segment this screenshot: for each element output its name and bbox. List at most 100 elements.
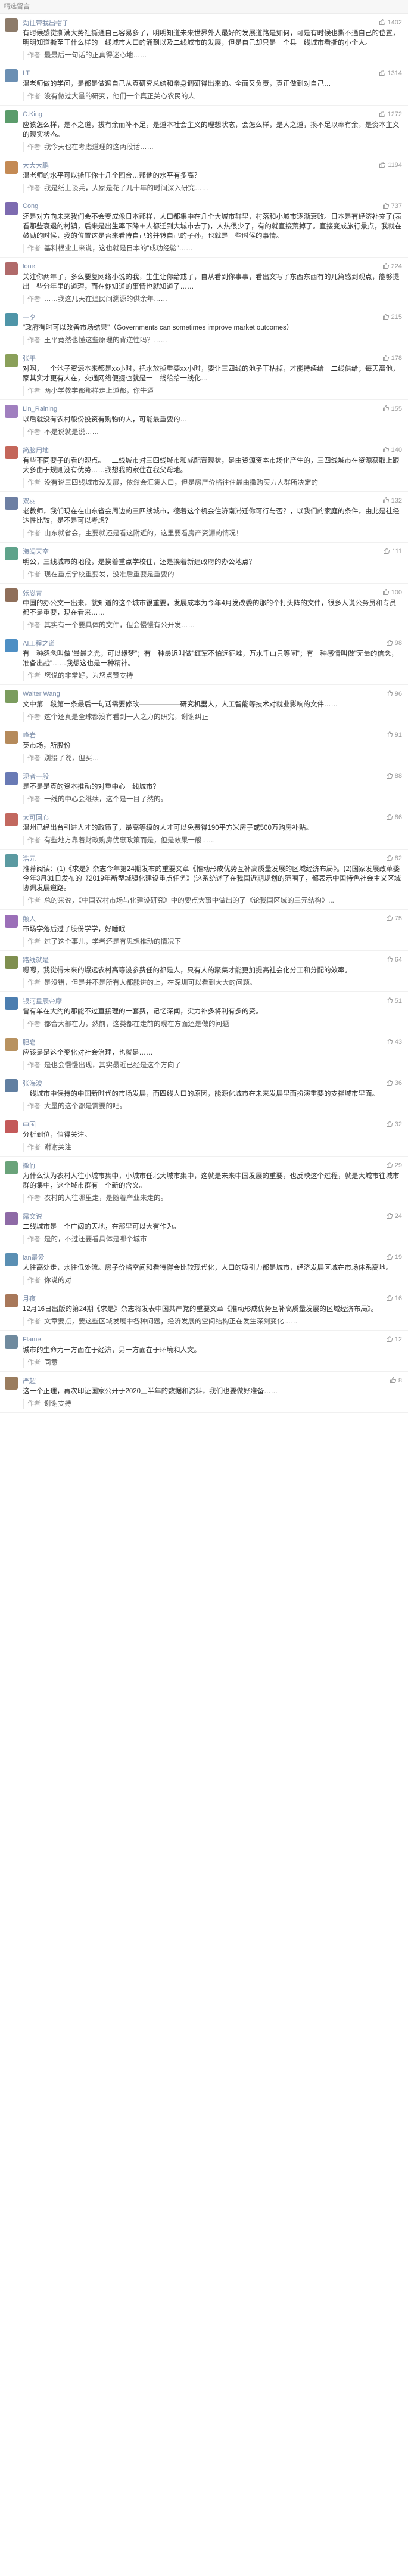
like-button[interactable]: 82: [386, 854, 402, 863]
like-button[interactable]: 75: [386, 915, 402, 923]
avatar[interactable]: [5, 1335, 18, 1349]
commenter-name[interactable]: 现者一般: [23, 771, 386, 781]
avatar[interactable]: [5, 1079, 18, 1092]
commenter-name[interactable]: 张平: [23, 354, 382, 363]
comment-text: 老教师，我们现在在山东省会周边的三四线城市，德着这个机会住济南滞迁你可行与否？，…: [23, 508, 400, 525]
like-button[interactable]: 737: [382, 202, 402, 211]
avatar[interactable]: [5, 1294, 18, 1307]
avatar[interactable]: [5, 161, 18, 174]
commenter-name[interactable]: 一夕: [23, 312, 382, 322]
commenter-name[interactable]: 银河星辰帝摩: [23, 996, 386, 1006]
author-reply: 作者 都合大部在力，然前，这类都在走前的现在方面还是做的问题: [23, 1019, 402, 1029]
author-label: 作者: [27, 1062, 41, 1069]
avatar[interactable]: [5, 354, 18, 367]
commenter-name[interactable]: 简脑用地: [23, 445, 382, 455]
like-button[interactable]: 1402: [379, 18, 402, 27]
avatar[interactable]: [5, 1212, 18, 1225]
avatar[interactable]: [5, 547, 18, 560]
avatar[interactable]: [5, 915, 18, 928]
like-button[interactable]: 19: [386, 1253, 402, 1262]
like-button[interactable]: 1194: [379, 161, 402, 170]
avatar[interactable]: [5, 690, 18, 703]
commenter-name[interactable]: Flame: [23, 1336, 386, 1343]
commenter-name[interactable]: Walter Wang: [23, 690, 386, 698]
avatar[interactable]: [5, 772, 18, 785]
like-button[interactable]: 215: [382, 313, 402, 322]
like-button[interactable]: 1272: [379, 110, 402, 119]
commenter-name[interactable]: 路线就是: [23, 955, 386, 965]
commenter-name[interactable]: Lin_Raining: [23, 405, 382, 413]
commenter-name[interactable]: lan最爱: [23, 1253, 386, 1262]
avatar[interactable]: [5, 1161, 18, 1174]
avatar[interactable]: [5, 69, 18, 82]
like-button[interactable]: 88: [386, 772, 402, 781]
like-button[interactable]: 12: [386, 1335, 402, 1344]
like-button[interactable]: 178: [382, 354, 402, 363]
avatar[interactable]: [5, 854, 18, 867]
commenter-name[interactable]: 肥皂: [23, 1037, 386, 1047]
like-button[interactable]: 140: [382, 446, 402, 455]
commenter-name[interactable]: 颠人: [23, 914, 386, 923]
commenter-name[interactable]: 露文说: [23, 1211, 386, 1221]
commenter-name[interactable]: 严超: [23, 1376, 390, 1385]
commenter-name[interactable]: C.King: [23, 111, 379, 118]
like-count: 224: [391, 263, 402, 270]
avatar[interactable]: [5, 588, 18, 602]
commenter-name[interactable]: 海阔天空: [23, 547, 383, 556]
like-button[interactable]: 43: [386, 1038, 402, 1047]
like-button[interactable]: 96: [386, 690, 402, 699]
avatar[interactable]: [5, 262, 18, 275]
commenter-name[interactable]: 撒竹: [23, 1161, 386, 1170]
like-button[interactable]: 51: [386, 997, 402, 1006]
avatar[interactable]: [5, 731, 18, 744]
commenter-name[interactable]: 峰岩: [23, 730, 386, 740]
like-button[interactable]: 1314: [379, 69, 402, 78]
like-button[interactable]: 86: [386, 813, 402, 822]
avatar[interactable]: [5, 1038, 18, 1051]
like-button[interactable]: 132: [382, 497, 402, 506]
like-button[interactable]: 98: [386, 639, 402, 648]
reply-text: 现在重点学校重要发，没准后重要是重要的: [44, 571, 175, 578]
like-button[interactable]: 64: [386, 956, 402, 965]
avatar[interactable]: [5, 1120, 18, 1133]
like-button[interactable]: 155: [382, 405, 402, 414]
like-button[interactable]: 16: [386, 1294, 402, 1303]
like-button[interactable]: 91: [386, 731, 402, 740]
avatar[interactable]: [5, 813, 18, 826]
avatar[interactable]: [5, 110, 18, 123]
commenter-name[interactable]: 中国: [23, 1120, 386, 1129]
like-button[interactable]: 224: [382, 262, 402, 271]
avatar[interactable]: [5, 313, 18, 326]
avatar[interactable]: [5, 446, 18, 459]
commenter-name[interactable]: 双羽: [23, 496, 382, 506]
like-button[interactable]: 36: [386, 1079, 402, 1088]
like-button[interactable]: 111: [383, 547, 402, 556]
author-reply: 作者 大量的这个都是需要的吧。: [23, 1102, 402, 1111]
avatar[interactable]: [5, 1377, 18, 1390]
avatar[interactable]: [5, 497, 18, 510]
commenter-name[interactable]: AI工程之道: [23, 638, 386, 648]
commenter-name[interactable]: 月夜: [23, 1294, 386, 1303]
like-button[interactable]: 32: [386, 1120, 402, 1129]
commenter-name[interactable]: LT: [23, 70, 379, 77]
avatar[interactable]: [5, 1253, 18, 1266]
commenter-name[interactable]: Cong: [23, 203, 382, 210]
commenter-name[interactable]: lone: [23, 263, 382, 270]
commenter-name[interactable]: 浩元: [23, 854, 386, 863]
avatar[interactable]: [5, 405, 18, 418]
like-button[interactable]: 24: [386, 1212, 402, 1221]
avatar[interactable]: [5, 956, 18, 969]
commenter-name[interactable]: 大大大鹏: [23, 160, 379, 170]
like-button[interactable]: 100: [382, 588, 402, 597]
avatar[interactable]: [5, 639, 18, 652]
avatar[interactable]: [5, 997, 18, 1010]
avatar[interactable]: [5, 202, 18, 215]
avatar[interactable]: [5, 18, 18, 32]
commenter-name[interactable]: 张海波: [23, 1078, 386, 1088]
comment-item: 峰岩 91 英市场，所股份 作者 别接了说，但买…: [0, 726, 408, 767]
like-button[interactable]: 8: [390, 1377, 402, 1385]
commenter-name[interactable]: 太可回心: [23, 813, 386, 822]
like-button[interactable]: 29: [386, 1161, 402, 1170]
commenter-name[interactable]: 张恩青: [23, 588, 382, 597]
commenter-name[interactable]: 劲往带我出帽子: [23, 18, 379, 27]
